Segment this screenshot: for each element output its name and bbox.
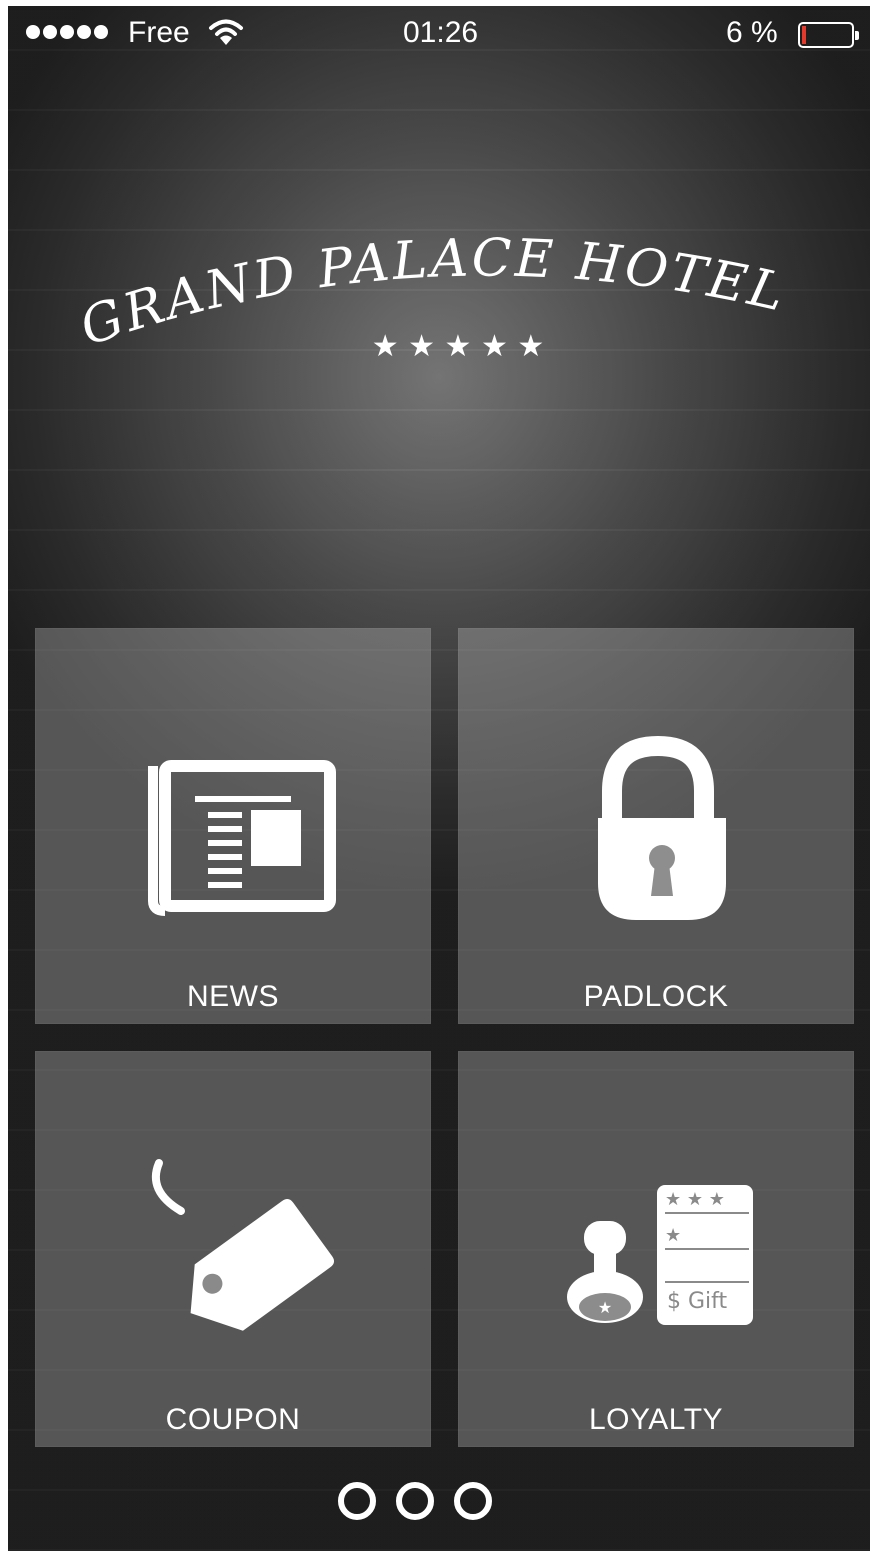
padlock-tile[interactable]: PADLOCK [458, 628, 854, 1024]
loyalty-icon: ★ ★ ★ ★ ★ $ Gift [458, 1051, 854, 1447]
loyalty-tile[interactable]: ★ ★ ★ ★ ★ $ Gift LOYALTY [458, 1051, 854, 1447]
loyalty-card-gift: $ Gift [667, 1289, 728, 1314]
clock: 01:26 [403, 16, 479, 49]
battery-icon [798, 22, 859, 48]
battery-percentage: 6 % [726, 16, 778, 49]
carrier-name: Free [128, 16, 190, 49]
newspaper-icon [148, 760, 336, 916]
page-dot[interactable] [396, 1482, 434, 1520]
loyalty-card-stars-row-1: ★ ★ ★ [665, 1189, 749, 1214]
hotel-stars: ★ ★ ★ ★ ★ [372, 329, 545, 364]
wifi-icon [209, 19, 243, 45]
price-tag-icon [151, 1159, 335, 1331]
page-dot[interactable] [454, 1482, 492, 1520]
hotel-logo: GRAND PALACE HOTEL ★ ★ ★ ★ ★ [73, 228, 790, 364]
stamp-icon: ★ [567, 1221, 643, 1323]
loyalty-label: LOYALTY [588, 1403, 724, 1436]
padlock-icon [598, 735, 726, 920]
padlock-label: PADLOCK [583, 980, 729, 1013]
coupon-tile[interactable]: COUPON [35, 1051, 431, 1447]
page-indicator[interactable] [338, 1482, 492, 1520]
page-dot[interactable] [338, 1482, 376, 1520]
loyalty-card-divider [665, 1281, 749, 1283]
news-tile[interactable]: NEWS [35, 628, 431, 1024]
signal-strength-icon [26, 25, 108, 39]
loyalty-card: ★ ★ ★ ★ $ Gift [657, 1185, 753, 1325]
home-screen: Free 01:26 6 % GRAND PALACE HOTEL ★ ★ ★ … [8, 6, 870, 1551]
status-bar: Free 01:26 6 % [8, 6, 870, 62]
loyalty-card-stars-row-2: ★ [665, 1225, 749, 1250]
coupon-label: COUPON [165, 1403, 301, 1436]
news-label: NEWS [187, 980, 279, 1013]
svg-text:★: ★ [598, 1298, 612, 1317]
